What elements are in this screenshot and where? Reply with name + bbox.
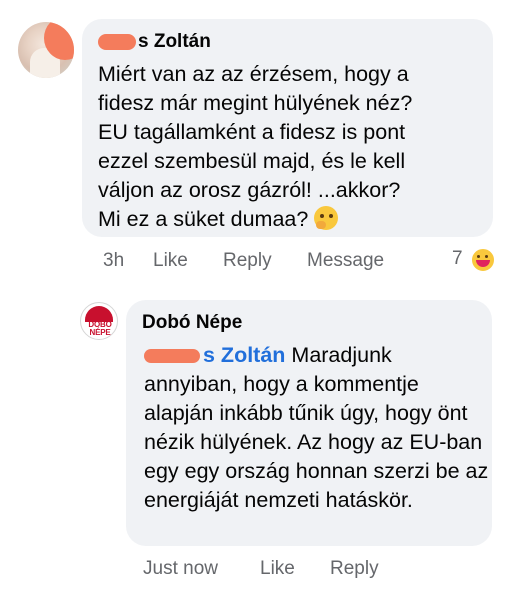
reply-bubble: Dobó Népe s Zoltán Maradjunk annyiban, h… xyxy=(126,300,492,546)
page-avatar[interactable]: DOBÓ NÉPE xyxy=(80,302,118,340)
reply-author-name[interactable]: Dobó Népe xyxy=(142,312,242,334)
mention-name: s Zoltán xyxy=(203,343,286,367)
thinking-face-icon xyxy=(314,206,339,230)
comment-text: Miért van az az érzésem, hogy a fidesz m… xyxy=(98,60,488,234)
comment-author-name[interactable]: s Zoltán xyxy=(98,31,211,53)
laughing-reaction-icon[interactable] xyxy=(471,248,495,272)
reply-text: s Zoltán Maradjunk annyiban, hogy a komm… xyxy=(144,341,489,515)
logo-text: DOBÓ NÉPE xyxy=(88,320,112,337)
comment-body: Miért van az az érzésem, hogy a fidesz m… xyxy=(98,62,413,231)
message-button[interactable]: Message xyxy=(307,250,384,272)
like-button[interactable]: Like xyxy=(153,250,188,272)
reply-timestamp[interactable]: Just now xyxy=(143,558,218,580)
comment-bubble: s Zoltán Miért van az az érzésem, hogy a… xyxy=(82,19,493,237)
mention-redaction xyxy=(144,349,200,364)
author-name-text: s Zoltán xyxy=(138,31,211,52)
reply-button[interactable]: Reply xyxy=(330,558,379,580)
reply-button[interactable]: Reply xyxy=(223,250,272,272)
like-button[interactable]: Like xyxy=(260,558,295,580)
reply-body: Maradjunk annyiban, hogy a kommentje ala… xyxy=(144,343,489,512)
reaction-count[interactable]: 7 xyxy=(452,248,463,270)
commenter-avatar[interactable] xyxy=(18,22,74,78)
comment-timestamp[interactable]: 3h xyxy=(103,250,124,272)
name-redaction xyxy=(98,33,136,50)
mention-link[interactable]: s Zoltán xyxy=(144,343,285,367)
